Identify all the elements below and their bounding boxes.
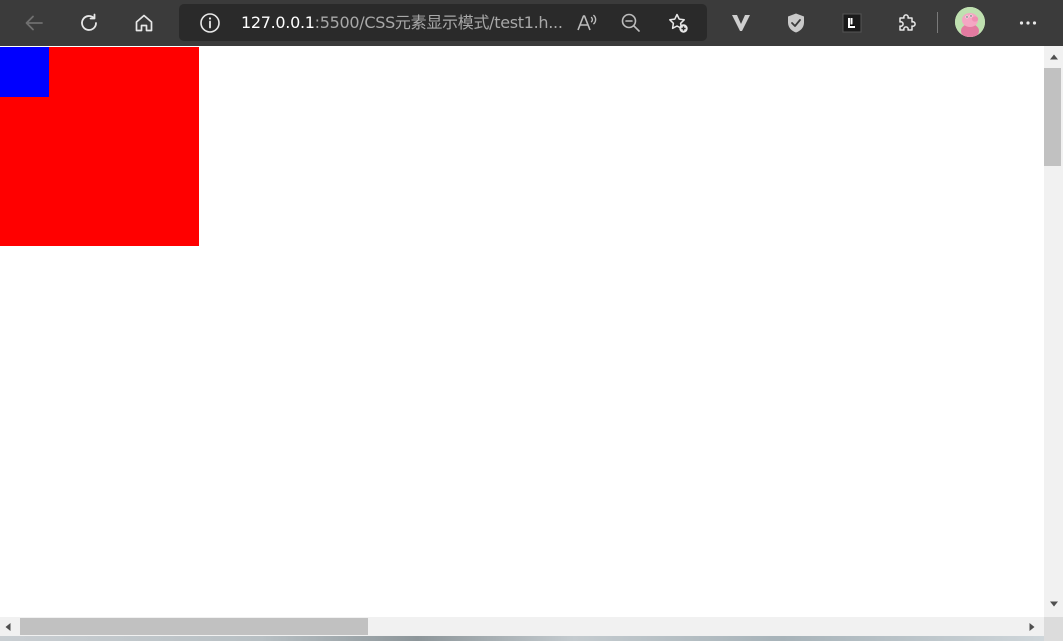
home-button[interactable] bbox=[128, 7, 160, 39]
desktop-strip bbox=[0, 636, 1044, 641]
address-bar[interactable]: 127.0.0.1:5500/CSS元素显示模式/test1.h... bbox=[179, 4, 707, 41]
more-menu-icon bbox=[1017, 12, 1039, 34]
red-box bbox=[0, 47, 199, 246]
toolbar-separator bbox=[937, 12, 938, 33]
avatar[interactable] bbox=[955, 7, 985, 37]
v-extension-button[interactable] bbox=[725, 7, 757, 39]
v-extension-icon bbox=[729, 11, 753, 35]
l-extension-button[interactable] bbox=[836, 7, 868, 39]
url-text[interactable]: 127.0.0.1:5500/CSS元素显示模式/test1.h... bbox=[241, 13, 563, 33]
url-path: :5500/CSS元素显示模式/test1.h... bbox=[314, 13, 563, 32]
back-arrow-icon bbox=[23, 12, 45, 34]
home-icon bbox=[133, 12, 155, 34]
browser-toolbar: 127.0.0.1:5500/CSS元素显示模式/test1.h... bbox=[0, 0, 1063, 46]
back-button[interactable] bbox=[18, 7, 50, 39]
info-icon[interactable] bbox=[199, 12, 221, 34]
scroll-right-arrow-icon[interactable] bbox=[1024, 617, 1040, 636]
refresh-icon bbox=[78, 12, 100, 34]
more-menu-button[interactable] bbox=[1012, 7, 1044, 39]
scrollbar-corner bbox=[1044, 617, 1063, 641]
scroll-left-arrow-icon[interactable] bbox=[0, 617, 16, 636]
vertical-scrollbar[interactable] bbox=[1044, 46, 1063, 617]
add-favorite-icon[interactable] bbox=[666, 11, 690, 35]
page-viewport bbox=[0, 46, 1045, 617]
url-host: 127.0.0.1 bbox=[241, 13, 315, 32]
refresh-button[interactable] bbox=[73, 7, 105, 39]
puzzle-icon bbox=[895, 11, 919, 35]
horizontal-scrollbar[interactable] bbox=[0, 617, 1044, 636]
shield-extension-icon bbox=[784, 11, 808, 35]
scroll-down-arrow-icon[interactable] bbox=[1044, 597, 1063, 611]
l-extension-icon bbox=[841, 12, 863, 34]
blue-box bbox=[0, 47, 49, 97]
vertical-scrollbar-thumb[interactable] bbox=[1044, 68, 1061, 166]
shield-extension-button[interactable] bbox=[780, 7, 812, 39]
horizontal-scrollbar-thumb[interactable] bbox=[20, 618, 368, 635]
scroll-up-arrow-icon[interactable] bbox=[1044, 50, 1063, 64]
zoom-out-icon[interactable] bbox=[619, 11, 643, 35]
extensions-button[interactable] bbox=[891, 7, 923, 39]
read-aloud-icon[interactable] bbox=[575, 11, 599, 35]
